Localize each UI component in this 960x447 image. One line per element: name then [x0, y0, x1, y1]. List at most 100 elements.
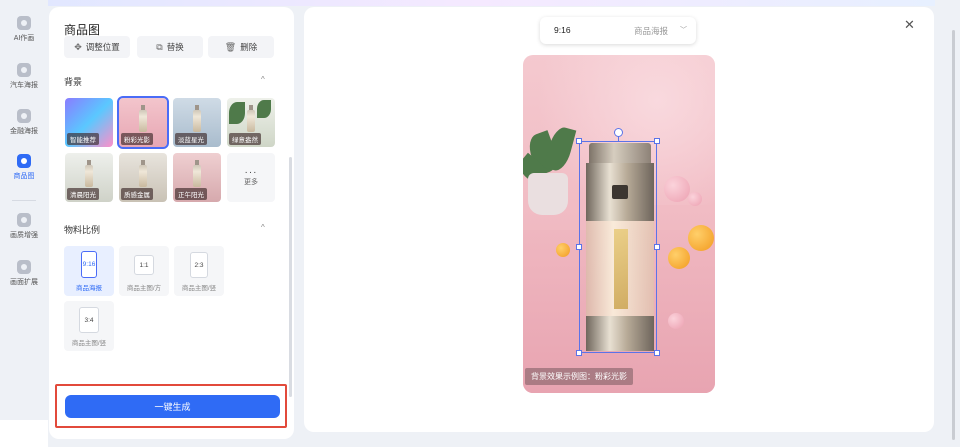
ratio-dropdown-value: 9:16: [554, 25, 571, 35]
expand-icon: [17, 260, 31, 274]
move-icon: ✥: [74, 41, 82, 52]
orange-ball: [556, 243, 570, 257]
chevron-up-icon[interactable]: ^: [261, 75, 265, 84]
ratio-preview: 1:1: [134, 255, 154, 275]
ratio-name: 商品主图/方: [126, 285, 162, 292]
resize-handle-l[interactable]: [576, 244, 582, 250]
rail-item-ai-drawing[interactable]: AI作画: [0, 16, 48, 43]
resize-handle-bl[interactable]: [576, 350, 582, 356]
finance-icon: [17, 109, 31, 123]
selection-box[interactable]: [579, 141, 657, 353]
preview-panel: 9:16 商品海报 ﹀ ✕ 背景效果示例图：粉彩光影: [304, 7, 934, 432]
delete-button[interactable]: 🗑 删除: [208, 36, 274, 58]
bg-thumb-label: 质感金属: [121, 188, 153, 200]
rail-item-label: 画面扩展: [10, 279, 38, 286]
plant-pot: [528, 173, 568, 215]
pink-ball: [664, 176, 690, 202]
ratio-preview: 2:3: [190, 252, 208, 278]
ratio-name: 商品主图/竖: [181, 285, 217, 292]
replace-button[interactable]: ⧉ 替换: [137, 36, 203, 58]
ai-drawing-icon: [17, 16, 31, 30]
resize-handle-br[interactable]: [654, 350, 660, 356]
rail-item-car-poster[interactable]: 汽车海报: [0, 63, 48, 90]
adjust-position-button[interactable]: ✥ 调整位置: [64, 36, 130, 58]
more-backgrounds-button[interactable]: ··· 更多: [227, 153, 275, 202]
poster-preview: 背景效果示例图：粉彩光影: [523, 55, 715, 393]
replace-icon: ⧉: [156, 41, 163, 52]
rail-item-label: 商品图: [13, 173, 35, 180]
poster-caption: 背景效果示例图：粉彩光影: [525, 368, 633, 385]
more-icon: ···: [244, 166, 258, 178]
chevron-down-icon: ﹀: [680, 27, 687, 34]
background-section-title: 背景: [64, 77, 83, 87]
close-icon[interactable]: ✕: [904, 17, 915, 33]
ratio-card-9-16[interactable]: 9:16 商品海报: [64, 246, 114, 296]
ratio-preview: 9:16: [81, 251, 97, 278]
ratio-name: 商品海报: [76, 285, 102, 292]
ratio-card-3-4[interactable]: 3:4 商品主图/竖: [64, 301, 114, 351]
orange-ball: [688, 225, 714, 251]
rail-divider: [12, 200, 36, 201]
top-gradient-bar: [0, 0, 960, 6]
bg-thumb-label: 智能推荐: [67, 133, 99, 145]
delete-label: 删除: [240, 42, 258, 52]
bottle-illustration: [139, 105, 147, 132]
rotate-handle[interactable]: [614, 128, 623, 137]
leaf-illustration: [257, 100, 271, 118]
chevron-up-icon[interactable]: ^: [261, 223, 265, 232]
bottle-illustration: [85, 160, 93, 187]
bottle-illustration: [193, 105, 201, 132]
more-label: 更多: [244, 178, 258, 186]
ratio-dropdown-name: 商品海报: [634, 26, 669, 36]
replace-label: 替换: [166, 42, 184, 52]
ratio-section-title: 物料比例: [64, 225, 101, 235]
resize-handle-tr[interactable]: [654, 138, 660, 144]
rail-item-label: 金融海报: [10, 128, 38, 135]
resize-handle-tl[interactable]: [576, 138, 582, 144]
pink-ball: [688, 192, 702, 206]
rail-item-label: AI作画: [13, 35, 35, 42]
ratio-card-2-3[interactable]: 2:3 商品主图/竖: [174, 246, 224, 296]
bg-thumb-label: 粉彩光影: [121, 133, 153, 145]
bg-thumb-pastel[interactable]: 粉彩光影: [117, 96, 169, 149]
enhance-icon: [17, 213, 31, 227]
bottle-illustration: [247, 105, 255, 132]
rail-item-finance-poster[interactable]: 金融海报: [0, 109, 48, 136]
resize-handle-r[interactable]: [654, 244, 660, 250]
bg-thumb-morning[interactable]: 清晨阳光: [65, 153, 113, 202]
pink-ball: [668, 313, 684, 329]
rail-item-quality-enhance[interactable]: 画质增强: [0, 213, 48, 240]
settings-panel: 商品图 ✥ 调整位置 ⧉ 替换 🗑 删除 背景 ^ 智能推荐 粉彩光影 淡蓝星光…: [49, 7, 294, 439]
rail-item-product-image[interactable]: 商品图: [0, 154, 48, 181]
trash-icon: 🗑: [224, 41, 237, 52]
bg-thumb-label: 清晨阳光: [67, 188, 99, 200]
adjust-position-label: 调整位置: [85, 42, 120, 52]
orange-ball: [668, 247, 690, 269]
bg-thumb-label: 淡蓝星光: [175, 133, 207, 145]
ratio-name: 商品主图/竖: [71, 340, 107, 347]
bottle-illustration: [139, 160, 147, 187]
ratio-dropdown[interactable]: 9:16 商品海报 ﹀: [540, 17, 696, 44]
leaf-illustration: [229, 102, 245, 124]
bg-thumb-noon[interactable]: 正午阳光: [173, 153, 221, 202]
ratio-card-1-1[interactable]: 1:1 商品主图/方: [119, 246, 169, 296]
bg-thumb-light-blue[interactable]: 淡蓝星光: [173, 98, 221, 147]
product-icon: [17, 154, 31, 168]
rail-item-label: 汽车海报: [10, 82, 38, 89]
rail-item-image-expand[interactable]: 画面扩展: [0, 260, 48, 287]
page-scrollbar[interactable]: [952, 30, 955, 440]
left-rail: AI作画 汽车海报 金融海报 商品图 画质增强 画面扩展: [0, 0, 48, 420]
generate-button[interactable]: 一键生成: [65, 395, 280, 418]
panel-scrollbar[interactable]: [289, 157, 292, 397]
bg-thumb-smart[interactable]: 智能推荐: [65, 98, 113, 147]
rail-bottom-area: [0, 420, 48, 447]
rail-item-label: 画质增强: [10, 232, 38, 239]
bg-thumb-green[interactable]: 绿意盎然: [227, 98, 275, 147]
bottle-illustration: [193, 160, 201, 187]
car-icon: [17, 63, 31, 77]
ratio-preview: 3:4: [79, 307, 99, 333]
generate-highlight: 一键生成: [55, 384, 287, 428]
bg-thumb-metal[interactable]: 质感金属: [119, 153, 167, 202]
right-edge: [935, 0, 960, 447]
bg-thumb-label: 绿意盎然: [229, 133, 261, 145]
